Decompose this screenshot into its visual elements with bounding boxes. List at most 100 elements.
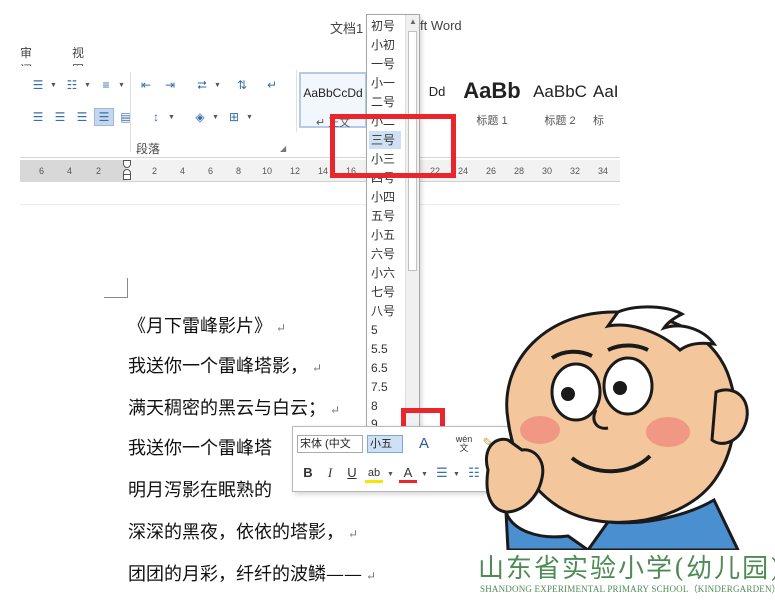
font-size-option[interactable]: 一号 [371, 55, 395, 73]
left-indent-marker[interactable] [123, 174, 131, 180]
bullets-icon[interactable]: ☰ [28, 76, 48, 94]
style-title-preview: AaI [593, 82, 619, 101]
font-size-option[interactable]: 初号 [371, 17, 395, 35]
line-text: 我送你一个雷峰塔 [128, 438, 272, 459]
font-size-option[interactable]: 六号 [371, 245, 395, 263]
ruler-number: 34 [598, 166, 609, 176]
font-size-option[interactable]: 小六 [371, 264, 395, 282]
style-heading-1[interactable]: AaBb 标题 1 [457, 72, 527, 128]
borders-icon[interactable]: ⊞ [224, 108, 244, 126]
style-title[interactable]: AaI 标 [593, 72, 621, 128]
show-marks-icon[interactable]: ↵ [262, 76, 282, 94]
font-size-option[interactable]: 6.5 [371, 359, 388, 377]
style-normal-preview: AaBbCcDd [303, 86, 363, 100]
ruler-number: 4 [67, 166, 73, 176]
font-size-option[interactable]: 二号 [371, 93, 395, 111]
left-cheek [520, 416, 560, 444]
ruler-number: 2 [152, 166, 158, 176]
font-color-dropdown-icon[interactable]: ▼ [421, 471, 428, 478]
numbering-dropdown-icon[interactable]: ▼ [84, 82, 91, 89]
window-title-left: 文档1 - [330, 21, 372, 36]
highlight-dropdown-icon[interactable]: ▼ [387, 471, 394, 478]
font-size-option[interactable]: 小五 [371, 226, 395, 244]
document-line[interactable]: 我送你一个雷峰塔 [128, 434, 272, 460]
decrease-indent-icon[interactable]: ⇤ [136, 76, 156, 94]
line-spacing-dropdown-icon[interactable]: ▼ [168, 114, 175, 121]
left-eye [550, 362, 602, 422]
font-size-option[interactable]: 七号 [371, 283, 395, 301]
align-center-icon[interactable]: ☰ [50, 108, 70, 126]
font-size-option[interactable]: 小一 [371, 74, 395, 92]
line-text: 《月下雷峰影片》 [128, 316, 272, 337]
ruler-number: 10 [262, 166, 273, 176]
font-size-option[interactable]: 8 [371, 397, 378, 415]
font-size-option[interactable]: 5 [371, 321, 378, 339]
right-cheek [646, 417, 690, 447]
document-line[interactable]: 深深的黑夜，依依的塔影， ↵ [128, 518, 358, 544]
ruler-number: 6 [39, 166, 45, 176]
font-size-option[interactable]: 八号 [371, 302, 395, 320]
bold-button[interactable]: B [299, 463, 317, 483]
document-line[interactable]: 明月泻影在眠熟的 [128, 476, 272, 502]
document-line[interactable]: 满天稠密的黑云与白云； ↵ [128, 394, 340, 420]
bullets-dropdown-icon[interactable]: ▼ [50, 82, 57, 89]
font-size-option[interactable]: 小四 [371, 188, 395, 206]
paragraph-mark: ↵ [312, 361, 323, 375]
scroll-up-icon[interactable]: ▲ [408, 17, 418, 27]
font-size-option[interactable]: 7.5 [371, 378, 388, 396]
style-title-name: 标 [593, 115, 604, 127]
paragraph-mark: ↵ [366, 569, 377, 583]
ear-shape [710, 388, 749, 445]
document-line[interactable]: 《月下雷峰影片》 ↵ [128, 312, 286, 338]
document-line[interactable]: 我送你一个雷峰塔影， ↵ [128, 352, 322, 378]
document-area-border [20, 204, 620, 205]
grow-font-button[interactable]: A [413, 433, 435, 455]
font-size-dropdown[interactable]: 初号 小初 一号 小一 二号 小二 三号 小三 四号 小四 五号 小五 六号 小… [366, 14, 420, 431]
highlight-color-button[interactable]: ab [365, 463, 383, 483]
horizontal-ruler[interactable]: 6 4 2 2 4 6 8 10 12 14 16 18 20 22 24 26… [20, 160, 620, 182]
line-text: 明月泻影在眠熟的 [128, 480, 272, 501]
paragraph-dialog-launcher-icon[interactable]: ◢ [280, 144, 286, 153]
line-spacing-icon[interactable]: ↕ [146, 108, 166, 126]
first-line-indent-marker[interactable] [123, 160, 131, 168]
line-text: 我送你一个雷峰塔影， [128, 356, 308, 377]
underline-button[interactable]: U [343, 463, 361, 483]
page-margin-corner [104, 278, 128, 298]
numbering-icon[interactable]: ☷ [62, 76, 82, 94]
increase-indent-icon[interactable]: ⇥ [160, 76, 180, 94]
borders-dropdown-icon[interactable]: ▼ [246, 114, 253, 121]
mini-font-size-field[interactable]: 小五 [367, 435, 403, 453]
ruler-number: 4 [180, 166, 186, 176]
font-color-button[interactable]: A [399, 463, 417, 483]
multilevel-list-icon[interactable]: ≡ [96, 76, 116, 94]
italic-button[interactable]: I [321, 463, 339, 483]
text-direction-dropdown-icon[interactable]: ▼ [214, 82, 221, 89]
line-text: 深深的黑夜，依依的塔影， [128, 522, 344, 543]
ruler-number: 28 [514, 166, 525, 176]
bullets-dropdown-icon[interactable]: ▼ [453, 471, 460, 478]
align-left-icon[interactable]: ☰ [28, 108, 48, 126]
ruler-number: 32 [570, 166, 581, 176]
bullets-icon[interactable]: ☰ [433, 463, 451, 483]
ruler-number: 26 [486, 166, 497, 176]
multilevel-dropdown-icon[interactable]: ▼ [118, 82, 125, 89]
style-heading-1-name: 标题 1 [476, 115, 508, 127]
sort-icon[interactable]: ⇅ [232, 76, 252, 94]
justify-icon[interactable]: ☰ [94, 108, 114, 126]
distributed-icon[interactable]: ▤ [116, 108, 136, 126]
ruler-number: 14 [318, 166, 329, 176]
title-bar: 文档1 - ft Word [0, 0, 620, 40]
mini-font-name-field[interactable]: 宋体 (中文 [297, 435, 363, 453]
right-eye [602, 356, 654, 416]
style-no-spacing-preview: Dd [428, 84, 446, 99]
shading-icon[interactable]: ◈ [190, 108, 210, 126]
font-size-option[interactable]: 小初 [371, 36, 395, 54]
font-size-option[interactable]: 五号 [371, 207, 395, 225]
align-right-icon[interactable]: ☰ [72, 108, 92, 126]
document-line[interactable]: 团团的月彩，纤纤的波鳞—— ↵ [128, 560, 376, 586]
font-size-option[interactable]: 5.5 [371, 340, 388, 358]
style-heading-2[interactable]: AaBbC 标题 2 [529, 72, 591, 128]
dropdown-scrollbar[interactable]: ▲ [405, 15, 419, 427]
shading-dropdown-icon[interactable]: ▼ [212, 114, 219, 121]
text-direction-icon[interactable]: ⮂ [192, 76, 212, 94]
